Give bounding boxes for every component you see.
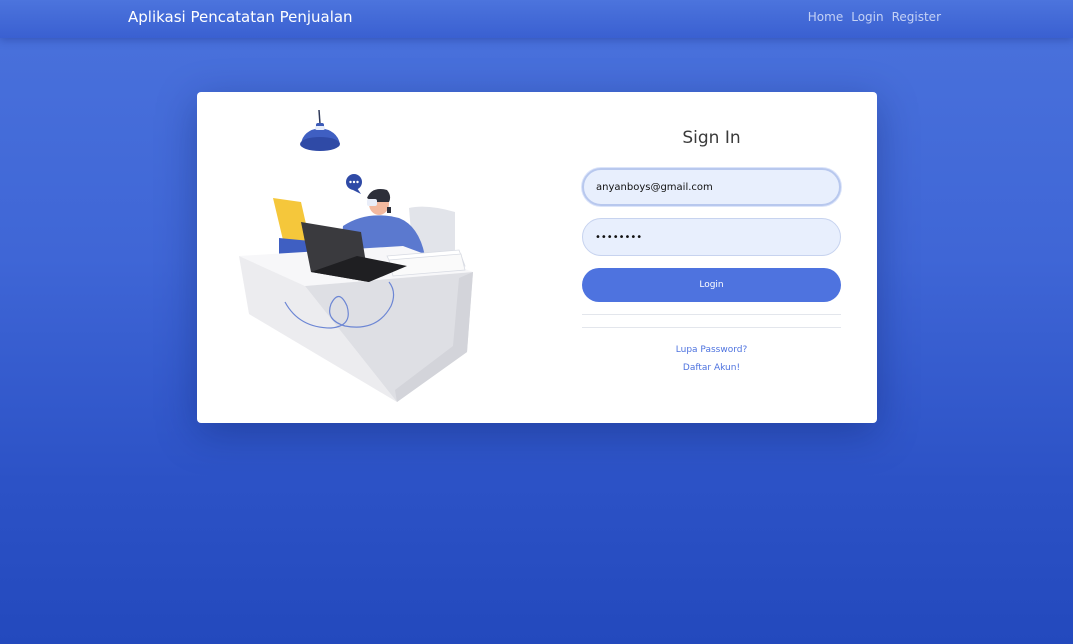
- person-at-desk-illustration: [239, 109, 473, 402]
- login-form: Sign In Login Lupa Password? Daftar Akun…: [582, 92, 841, 423]
- password-input[interactable]: [582, 218, 841, 256]
- nav-link-login[interactable]: Login: [851, 10, 883, 24]
- nav-links: Home Login Register: [808, 10, 941, 24]
- nav-link-home[interactable]: Home: [808, 10, 843, 24]
- divider: [582, 314, 841, 315]
- chat-bubble-icon: [346, 174, 362, 194]
- brand-title[interactable]: Aplikasi Pencatatan Penjualan: [128, 8, 353, 26]
- nav-link-register[interactable]: Register: [892, 10, 941, 24]
- sign-in-title: Sign In: [682, 128, 741, 148]
- login-card: Sign In Login Lupa Password? Daftar Akun…: [197, 92, 877, 423]
- login-button[interactable]: Login: [582, 268, 841, 302]
- email-input[interactable]: [582, 168, 841, 206]
- divider: [582, 327, 841, 328]
- register-account-link[interactable]: Daftar Akun!: [582, 363, 841, 373]
- ceiling-lamp-icon: [300, 109, 340, 151]
- navbar: Aplikasi Pencatatan Penjualan Home Login…: [0, 0, 1073, 38]
- forgot-password-link[interactable]: Lupa Password?: [582, 345, 841, 355]
